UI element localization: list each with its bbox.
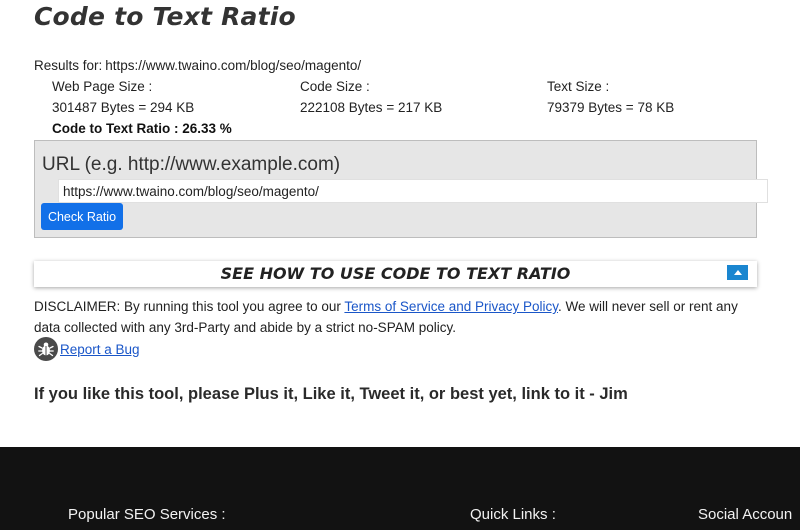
web-page-size-label: Web Page Size : [52, 79, 153, 94]
disclaimer: DISCLAIMER: By running this tool you agr… [34, 296, 764, 338]
footer: Popular SEO Services : Quick Links : Soc… [0, 447, 800, 530]
url-label: URL (e.g. http://www.example.com) [42, 154, 341, 175]
results-for: Results for: https://www.twaino.com/blog/… [34, 58, 361, 73]
report-bug-row: Report a Bug [34, 337, 140, 361]
chevron-up-icon[interactable] [727, 265, 748, 280]
code-size-label: Code Size : [300, 79, 370, 94]
web-page-size-value: 301487 Bytes = 294 KB [52, 100, 195, 115]
how-to-use-bar[interactable]: SEE HOW TO USE CODE TO TEXT RATIO [34, 261, 757, 287]
text-size-value: 79379 Bytes = 78 KB [547, 100, 675, 115]
page-title: Code to Text Ratio [34, 2, 296, 31]
plug-text: If you like this tool, please Plus it, L… [34, 385, 628, 403]
disclaimer-text-before: DISCLAIMER: By running this tool you agr… [34, 299, 345, 314]
bug-icon [34, 337, 58, 361]
text-size-stat: Text Size : 79379 Bytes = 78 KB [547, 79, 674, 115]
footer-social-heading: Social Accoun [698, 506, 793, 523]
code-size-value: 222108 Bytes = 217 KB [300, 100, 443, 115]
footer-popular-seo-heading: Popular SEO Services : [68, 506, 226, 523]
report-bug-link[interactable]: Report a Bug [60, 342, 140, 357]
footer-quick-links-heading: Quick Links : [470, 506, 556, 523]
url-form: URL (e.g. http://www.example.com) Check … [34, 140, 768, 238]
check-ratio-button[interactable]: Check Ratio [41, 203, 123, 230]
url-input[interactable] [58, 179, 768, 203]
code-size-stat: Code Size : 222108 Bytes = 217 KB [300, 79, 442, 115]
code-to-text-ratio: Code to Text Ratio : 26.33 % [52, 121, 232, 136]
how-to-use-label: SEE HOW TO USE CODE TO TEXT RATIO [220, 264, 571, 283]
text-size-label: Text Size : [547, 79, 610, 94]
results-url: https://www.twaino.com/blog/seo/magento/ [105, 58, 362, 73]
web-page-size-stat: Web Page Size : 301487 Bytes = 294 KB [52, 79, 194, 115]
terms-link[interactable]: Terms of Service and Privacy Policy [344, 299, 558, 314]
results-prefix: Results for: [34, 58, 103, 73]
